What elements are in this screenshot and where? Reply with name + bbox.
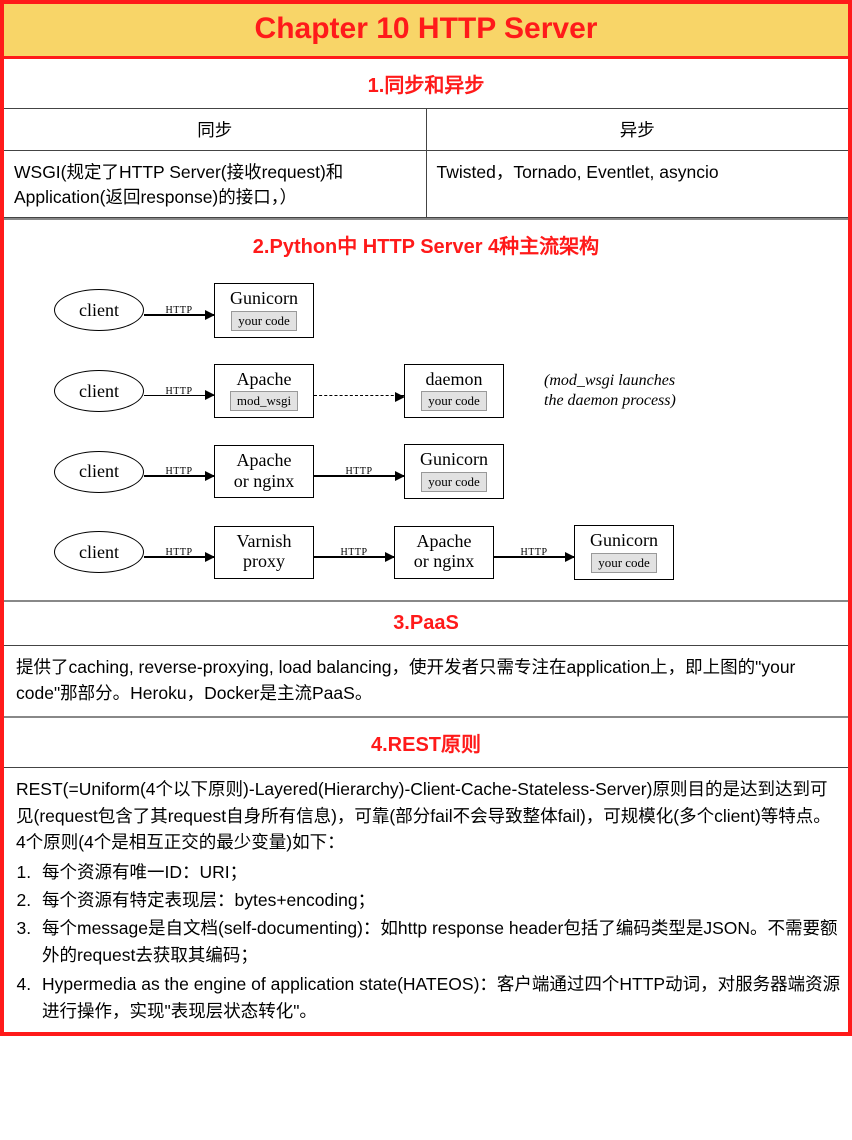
client-node: client bbox=[54, 370, 144, 412]
list-item: 每个资源有唯一ID：URI； bbox=[36, 859, 848, 886]
sync-async-table: 同步 异步 WSGI(规定了HTTP Server(接收request)和App… bbox=[4, 108, 848, 218]
chapter-title: Chapter 10 HTTP Server bbox=[4, 4, 848, 59]
mod-wsgi-note: (mod_wsgi launches the daemon process) bbox=[544, 371, 676, 411]
section3-body: 提供了caching, reverse-proxying, load balan… bbox=[4, 646, 848, 717]
col-sync-header: 同步 bbox=[4, 109, 426, 151]
section4-intro: REST(=Uniform(4个以下原则)-Layered(Hierarchy)… bbox=[4, 768, 848, 855]
client-node: client bbox=[54, 531, 144, 573]
http-arrow: HTTP bbox=[144, 466, 214, 477]
apache-box: Apache mod_wsgi bbox=[214, 364, 314, 419]
gunicorn-box: Gunicorn your code bbox=[214, 283, 314, 338]
http-arrow: HTTP bbox=[314, 466, 404, 477]
dashed-arrow bbox=[314, 386, 404, 396]
section2-header: 2.Python中 HTTP Server 4种主流架构 bbox=[4, 220, 848, 269]
col-async-body: Twisted，Tornado, Eventlet, asyncio bbox=[426, 151, 848, 218]
diagram-row-4: client HTTP Varnish proxy HTTP Apache or… bbox=[28, 525, 848, 580]
apache-nginx-box: Apache or nginx bbox=[214, 445, 314, 498]
client-node: client bbox=[54, 289, 144, 331]
daemon-box: daemon your code bbox=[404, 364, 504, 419]
col-sync-body: WSGI(规定了HTTP Server(接收request)和Applicati… bbox=[4, 151, 426, 218]
http-arrow: HTTP bbox=[144, 386, 214, 397]
diagram-row-2: client HTTP Apache mod_wsgi daemon your … bbox=[28, 364, 848, 419]
your-code-badge: your code bbox=[421, 391, 487, 411]
http-arrow: HTTP bbox=[144, 547, 214, 558]
diagram-row-3: client HTTP Apache or nginx HTTP Gunicor… bbox=[28, 444, 848, 499]
architecture-diagram: client HTTP Gunicorn your code client HT… bbox=[4, 269, 848, 600]
list-item: 每个message是自文档(self-documenting)：如http re… bbox=[36, 915, 848, 969]
gunicorn-box: Gunicorn your code bbox=[404, 444, 504, 499]
list-item: Hypermedia as the engine of application … bbox=[36, 971, 848, 1025]
rest-principles-list: 每个资源有唯一ID：URI； 每个资源有特定表现层：bytes+encoding… bbox=[4, 859, 848, 1025]
mod-wsgi-badge: mod_wsgi bbox=[230, 391, 298, 411]
col-async-header: 异步 bbox=[426, 109, 848, 151]
http-arrow: HTTP bbox=[314, 547, 394, 558]
http-arrow: HTTP bbox=[494, 547, 574, 558]
diagram-row-1: client HTTP Gunicorn your code bbox=[28, 283, 848, 338]
section1-header: 1.同步和异步 bbox=[4, 59, 848, 108]
varnish-box: Varnish proxy bbox=[214, 526, 314, 579]
http-arrow: HTTP bbox=[144, 305, 214, 316]
section3-header: 3.PaaS bbox=[4, 602, 848, 645]
client-node: client bbox=[54, 451, 144, 493]
your-code-badge: your code bbox=[591, 553, 657, 573]
apache-nginx-box: Apache or nginx bbox=[394, 526, 494, 579]
document-root: Chapter 10 HTTP Server 1.同步和异步 同步 异步 WSG… bbox=[0, 0, 852, 1036]
your-code-badge: your code bbox=[231, 311, 297, 331]
gunicorn-box: Gunicorn your code bbox=[574, 525, 674, 580]
list-item: 每个资源有特定表现层：bytes+encoding； bbox=[36, 887, 848, 914]
section4-header: 4.REST原则 bbox=[4, 718, 848, 767]
your-code-badge: your code bbox=[421, 472, 487, 492]
